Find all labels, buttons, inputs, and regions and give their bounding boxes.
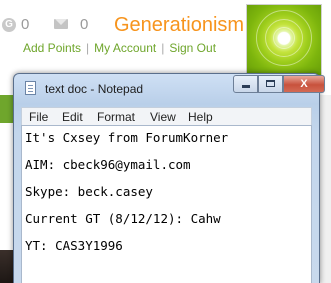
minimize-button[interactable] <box>233 75 258 93</box>
minimize-icon <box>241 85 250 88</box>
gc-count: 0 <box>21 16 30 33</box>
screen: G 0 0 Generationism Add Points | My Accoun… <box>0 0 331 283</box>
notepad-window[interactable]: text doc - Notepad X File Edit Format Vi… <box>13 73 325 283</box>
menu-view[interactable]: View <box>150 110 176 124</box>
gc-icon: G <box>2 18 16 32</box>
notepad-doc-icon[interactable] <box>25 81 36 95</box>
menu-edit[interactable]: Edit <box>62 110 83 124</box>
notepad-titlebar[interactable]: text doc - Notepad X <box>14 74 325 102</box>
text-line: Skype: beck.casey <box>25 184 153 199</box>
add-points-link[interactable]: Add Points <box>23 41 81 55</box>
mail-count: 0 <box>80 16 89 33</box>
maximize-button[interactable] <box>258 75 283 93</box>
text-line: AIM: cbeck96@ymail.com <box>25 157 191 172</box>
menu-format[interactable]: Format <box>97 110 135 124</box>
menu-help[interactable]: Help <box>188 110 213 124</box>
maximize-icon <box>266 80 275 87</box>
menu-file[interactable]: File <box>29 110 48 124</box>
text-line: Current GT (8/12/12): Cahw <box>25 211 221 226</box>
link-separator: | <box>161 41 165 55</box>
close-button[interactable]: X <box>283 75 325 93</box>
my-account-link[interactable]: My Account <box>94 41 156 55</box>
text-editor-area[interactable]: It's Cxsey from ForumKorner AIM: cbeck96… <box>21 125 312 283</box>
avatar-ring <box>256 10 312 67</box>
sign-out-link[interactable]: Sign Out <box>169 41 216 55</box>
text-line: It's Cxsey from ForumKorner <box>25 130 229 145</box>
username-heading[interactable]: Generationism <box>114 14 244 37</box>
page-edge <box>319 95 331 283</box>
menu-bar: File Edit Format View Help <box>21 107 312 125</box>
avatar[interactable] <box>246 4 322 80</box>
background-image-strip <box>0 250 14 283</box>
text-line: YT: CAS3Y1996 <box>25 238 123 253</box>
mail-icon[interactable] <box>54 19 68 29</box>
green-nav-bar <box>0 95 13 123</box>
link-separator: | <box>86 41 90 55</box>
user-links: Add Points | My Account | Sign Out <box>23 41 216 55</box>
window-title: text doc - Notepad <box>45 82 144 96</box>
